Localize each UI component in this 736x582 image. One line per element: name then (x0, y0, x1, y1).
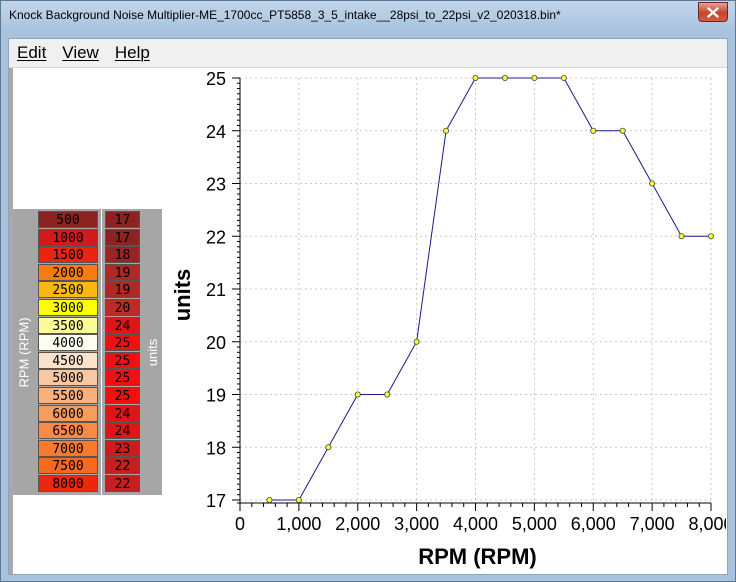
app-window: Knock Background Noise Multiplier-ME_170… (0, 0, 736, 582)
data-point (501, 75, 508, 81)
data-point (590, 127, 597, 134)
x-tick-label: 0 (235, 514, 245, 534)
x-tick-label: 5,000 (512, 514, 557, 534)
title-bar[interactable]: Knock Background Noise Multiplier-ME_170… (1, 1, 735, 31)
rpm-cell[interactable]: 4500 (38, 351, 98, 369)
x-tick-label: 1,000 (276, 514, 321, 534)
rpm-cell[interactable]: 2500 (38, 281, 98, 299)
x-tick-label: 8,000 (688, 514, 726, 534)
content-area: RPM (RPM) 500 1000 1500 2000 2500 3000 3500 400… (9, 68, 727, 574)
data-point (678, 233, 685, 240)
x-tick-label: 7,000 (630, 514, 675, 534)
value-cell[interactable]: 25 (105, 387, 140, 404)
data-point (295, 496, 302, 503)
y-tick-label: 20 (206, 333, 226, 353)
value-cell[interactable]: 25 (105, 351, 140, 369)
y-tick-label: 22 (206, 227, 226, 247)
data-point (354, 391, 361, 398)
data-point (266, 496, 273, 503)
value-cell[interactable]: 24 (105, 316, 140, 334)
rpm-cell[interactable]: 1000 (38, 228, 98, 246)
x-tick-label: 6,000 (571, 514, 616, 534)
rpm-cell[interactable]: 4000 (38, 334, 98, 352)
rpm-cell[interactable]: 8000 (38, 475, 98, 492)
data-point (531, 75, 538, 81)
row-axis-label-bar: RPM (RPM) (13, 209, 35, 495)
window-title: Knock Background Noise Multiplier-ME_170… (9, 8, 561, 22)
data-point (472, 75, 479, 81)
data-point (560, 75, 567, 81)
rpm-cell[interactable]: 500 (38, 211, 98, 228)
x-tick-label: 3,000 (394, 514, 439, 534)
close-icon (707, 6, 719, 18)
y-tick-label: 23 (206, 175, 226, 195)
value-cell[interactable]: 19 (105, 263, 140, 281)
data-point (384, 391, 391, 398)
y-tick-label: 21 (206, 280, 226, 300)
y-tick-label: 24 (206, 122, 226, 142)
rpm-cell[interactable]: 7000 (38, 439, 98, 457)
value-cell[interactable]: 18 (105, 246, 140, 264)
value-cell[interactable]: 19 (105, 281, 140, 299)
data-point (413, 338, 420, 345)
rpm-cell[interactable]: 7500 (38, 457, 98, 475)
value-column: 17 17 18 19 19 20 24 25 25 25 25 24 24 23 22 22 (102, 209, 143, 495)
data-point (619, 127, 626, 134)
value-cell[interactable]: 23 (105, 439, 140, 457)
value-axis-label-bar: units (143, 209, 162, 495)
rpm-cell[interactable]: 6500 (38, 422, 98, 440)
data-point (443, 127, 450, 134)
row-axis-label: RPM (RPM) (16, 316, 32, 388)
y-tick-label: 25 (206, 69, 226, 89)
rpm-cell[interactable]: 2000 (38, 263, 98, 281)
menu-edit[interactable]: Edit (17, 43, 46, 63)
value-cell[interactable]: 22 (105, 475, 140, 492)
x-tick-label: 4,000 (453, 514, 498, 534)
client-area: Edit View Help RPM (RPM) 500 1000 1500 2000… (8, 38, 728, 575)
value-axis-label: units (145, 338, 160, 366)
y-axis-title: units (170, 269, 195, 322)
rpm-cell[interactable]: 1500 (38, 246, 98, 264)
rpm-cell[interactable]: 3500 (38, 316, 98, 334)
y-tick-label: 17 (206, 491, 226, 511)
rpm-cell[interactable]: 5000 (38, 369, 98, 387)
y-tick-label: 18 (206, 438, 226, 458)
rpm-cell[interactable]: 3000 (38, 299, 98, 316)
rpm-cell[interactable]: 6000 (38, 404, 98, 422)
value-cell[interactable]: 17 (105, 211, 140, 228)
value-cell[interactable]: 25 (105, 334, 140, 352)
value-cell[interactable]: 17 (105, 228, 140, 246)
rpm-column: 500 1000 1500 2000 2500 3000 3500 4000 4500 5000 5… (35, 209, 101, 495)
menu-view[interactable]: View (62, 43, 99, 63)
value-cell[interactable]: 20 (105, 299, 140, 316)
y-tick-label: 19 (206, 386, 226, 406)
value-cell[interactable]: 25 (105, 369, 140, 387)
menu-help[interactable]: Help (115, 43, 150, 63)
menu-bar: Edit View Help (9, 39, 727, 67)
data-point (708, 233, 715, 240)
rpm-cell[interactable]: 5500 (38, 387, 98, 404)
x-tick-label: 2,000 (335, 514, 380, 534)
value-cell[interactable]: 22 (105, 457, 140, 475)
value-cell[interactable]: 24 (105, 422, 140, 440)
data-point (649, 180, 656, 187)
value-cell[interactable]: 24 (105, 404, 140, 422)
line-chart: 17 18 19 20 21 22 23 24 25 0 1,000 2,000 3,000 4,000 5… (170, 69, 726, 569)
close-button[interactable] (698, 2, 728, 22)
data-point (325, 444, 332, 451)
x-axis-title: RPM (RPM) (418, 544, 537, 569)
